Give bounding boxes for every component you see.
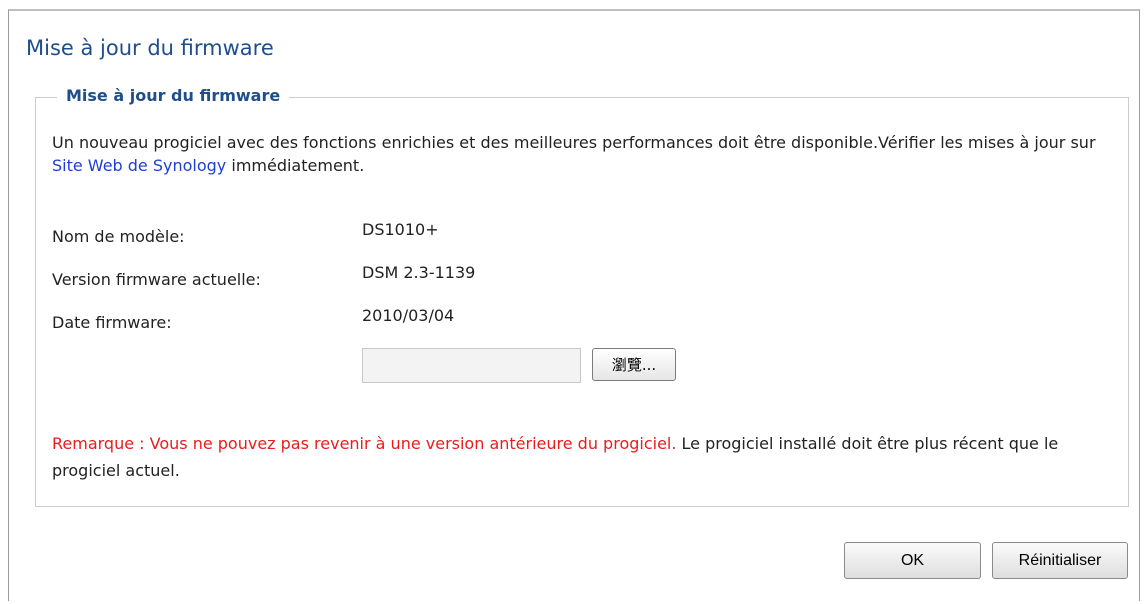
firmware-file-input[interactable] xyxy=(362,348,581,383)
firmware-date-value: 2010/03/04 xyxy=(362,306,455,325)
description-text: Un nouveau progiciel avec des fonctions … xyxy=(52,133,1096,152)
description-text-end: immédiatement. xyxy=(226,156,365,175)
firmware-date-label: Date firmware: xyxy=(52,313,172,332)
firmware-version-label: Version firmware actuelle: xyxy=(52,270,261,289)
fieldset-legend: Mise à jour du firmware xyxy=(57,86,290,105)
synology-website-link[interactable]: Site Web de Synology xyxy=(52,156,226,175)
model-name-value: DS1010+ xyxy=(362,220,439,239)
downgrade-note: Remarque : Vous ne pouvez pas revenir à … xyxy=(52,430,1122,484)
firmware-version-value: DSM 2.3-1139 xyxy=(362,263,476,282)
update-description: Un nouveau progiciel avec des fonctions … xyxy=(52,131,1122,177)
reset-button[interactable]: Réinitialiser xyxy=(992,542,1128,579)
browse-button[interactable]: 瀏覽... xyxy=(592,348,676,381)
page-title: Mise à jour du firmware xyxy=(26,36,274,60)
note-warning: Remarque : Vous ne pouvez pas revenir à … xyxy=(52,434,677,453)
model-name-label: Nom de modèle: xyxy=(52,227,185,246)
ok-button[interactable]: OK xyxy=(844,542,981,579)
